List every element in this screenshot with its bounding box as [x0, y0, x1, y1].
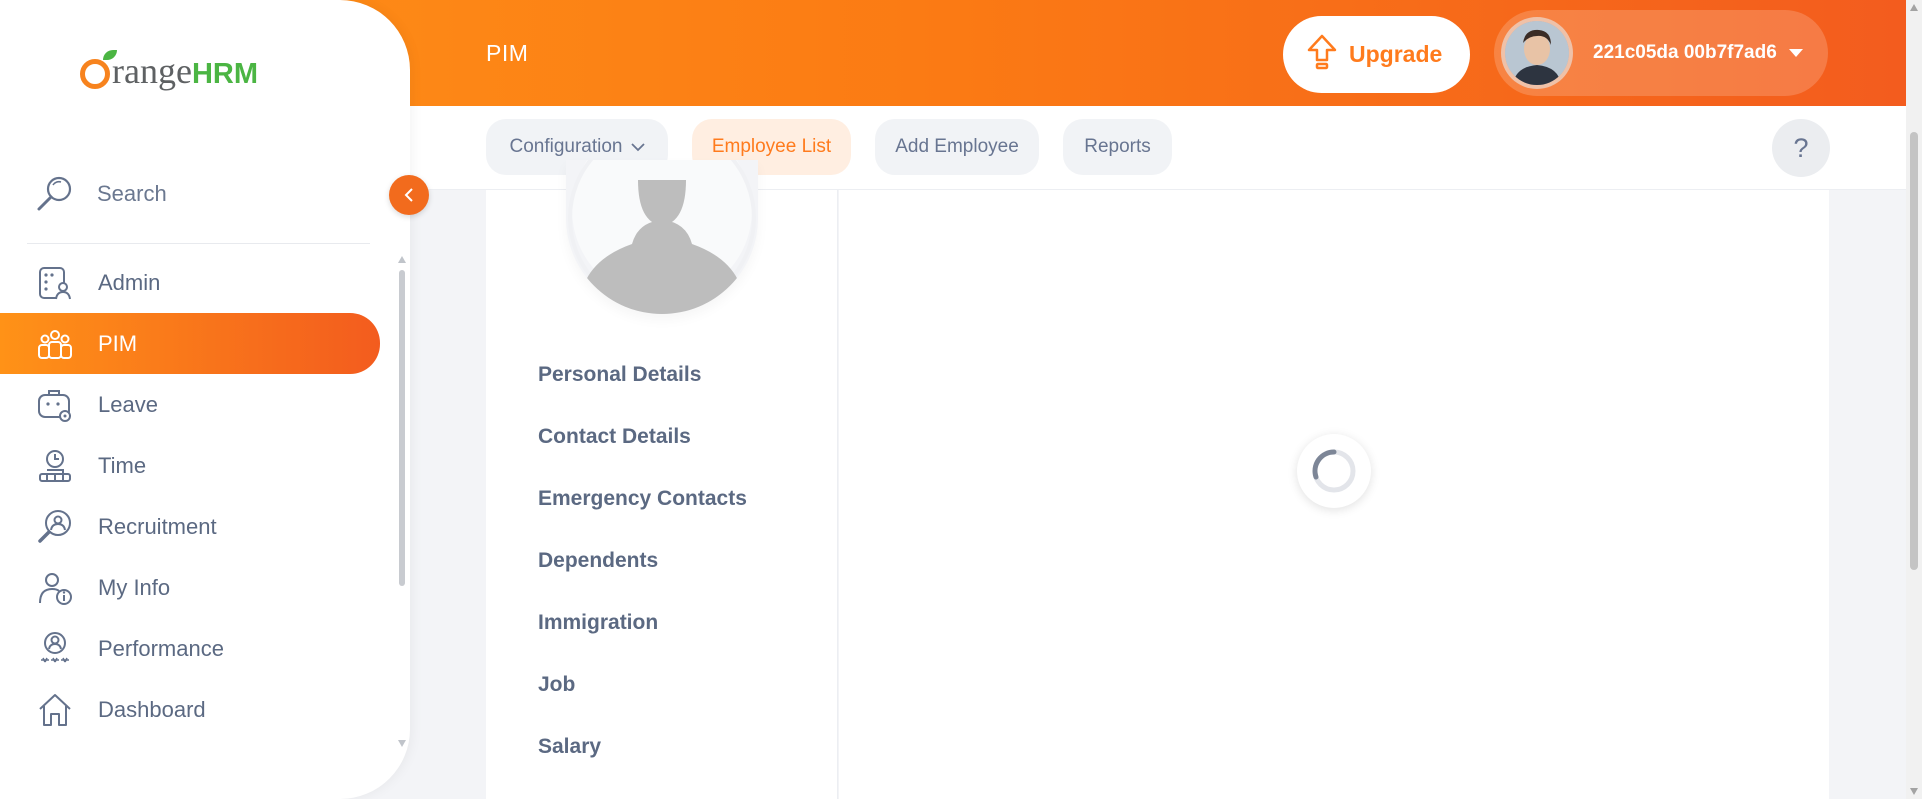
tab-label: Configuration [509, 136, 623, 157]
sidebar-search[interactable]: Search [35, 174, 167, 214]
admin-icon [36, 264, 74, 302]
sidebar-item-leave[interactable]: Leave [0, 374, 380, 435]
recruitment-icon [36, 508, 74, 546]
upgrade-button[interactable]: Upgrade [1283, 16, 1470, 93]
sidebar-item-admin[interactable]: Admin [0, 252, 380, 313]
sidebar-scroll-up-icon[interactable] [398, 256, 406, 263]
upgrade-label: Upgrade [1349, 41, 1443, 67]
logo-suffix: HRM [191, 58, 258, 90]
profile-menu-emergency-contacts[interactable]: Emergency Contacts [538, 487, 747, 549]
user-name: 221c05da 00b7f7ad6 [1593, 42, 1777, 63]
sidebar-scroll-down-icon[interactable] [398, 740, 406, 747]
profile-photo[interactable] [566, 160, 758, 314]
profile-menu-personal-details[interactable]: Personal Details [538, 363, 747, 425]
page-scroll-up-icon[interactable] [1910, 4, 1918, 11]
page-title: PIM [486, 40, 529, 66]
sidebar-item-label: Leave [98, 391, 158, 417]
chevron-down-icon [630, 143, 645, 152]
sidebar-scrollbar-thumb[interactable] [399, 270, 405, 586]
sidebar-nav: Admin PIM Leave Time Recruitment My Info… [0, 252, 380, 740]
caret-down-icon [1788, 49, 1803, 57]
profile-menu-salary[interactable]: Salary [538, 735, 747, 797]
sidebar-item-pim[interactable]: PIM [0, 313, 380, 374]
profile-menu-contact-details[interactable]: Contact Details [538, 425, 747, 487]
sidebar-item-my-info[interactable]: My Info [0, 557, 380, 618]
profile-menu-job[interactable]: Job [538, 673, 747, 735]
sidebar-item-label: PIM [98, 330, 138, 356]
sidebar-item-label: Dashboard [98, 696, 206, 722]
sidebar-item-recruitment[interactable]: Recruitment [0, 496, 380, 557]
avatar [1501, 17, 1573, 89]
tab-label: Reports [1084, 136, 1151, 157]
pim-icon [36, 325, 74, 363]
orangehrm-logo[interactable]: range HRM [80, 50, 258, 92]
sidebar-item-label: Recruitment [98, 513, 217, 539]
main-content-panel [839, 190, 1829, 799]
sidebar-item-time[interactable]: Time [0, 435, 380, 496]
loading-spinner [1297, 434, 1371, 508]
time-icon [36, 447, 74, 485]
profile-menu-dependents[interactable]: Dependents [538, 549, 747, 611]
sidebar-collapse-button[interactable] [389, 175, 429, 215]
divider [27, 243, 370, 244]
tab-reports[interactable]: Reports [1063, 119, 1172, 175]
chevron-left-icon [404, 188, 413, 202]
page-scroll-down-icon[interactable] [1910, 788, 1918, 795]
performance-icon [36, 630, 74, 668]
employee-profile-panel: Personal Details Contact Details Emergen… [486, 160, 838, 799]
help-button[interactable]: ? [1772, 119, 1830, 177]
leave-icon [36, 386, 74, 424]
tab-add-employee[interactable]: Add Employee [875, 119, 1039, 175]
tab-label: Add Employee [895, 136, 1019, 157]
sidebar: range HRM Search Admin PIM Leave Time Re… [0, 0, 410, 799]
upgrade-icon [1307, 34, 1337, 76]
search-icon [37, 176, 72, 211]
search-label: Search [97, 181, 167, 206]
sidebar-item-label: Performance [98, 635, 224, 661]
sidebar-item-label: My Info [98, 574, 171, 600]
dashboard-icon [36, 691, 74, 729]
page-scrollbar-thumb[interactable] [1910, 132, 1918, 570]
my-info-icon [36, 569, 74, 607]
sidebar-item-dashboard[interactable]: Dashboard [0, 679, 380, 740]
tab-label: Employee List [711, 136, 832, 157]
sidebar-item-label: Time [98, 452, 147, 478]
user-dropdown[interactable]: 221c05da 00b7f7ad6 [1494, 10, 1828, 96]
logo-text: range [112, 51, 192, 91]
profile-menu: Personal Details Contact Details Emergen… [538, 363, 747, 797]
sidebar-item-label: Admin [98, 269, 161, 295]
sidebar-item-performance[interactable]: Performance [0, 618, 380, 679]
spinner-icon [1312, 449, 1356, 493]
profile-menu-immigration[interactable]: Immigration [538, 611, 747, 673]
